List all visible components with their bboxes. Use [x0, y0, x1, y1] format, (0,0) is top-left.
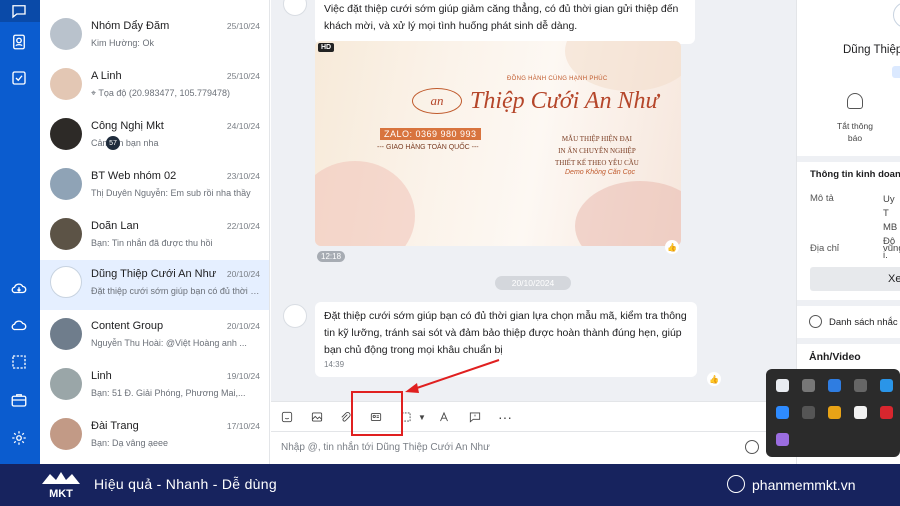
chat-area: Việc đặt thiệp cưới sớm giúp giảm căng t… [271, 0, 796, 464]
system-tray-popup [766, 369, 900, 457]
conversation-item[interactable]: Content Group 20/10/24 Nguyễn Thu Hoài: … [40, 312, 269, 362]
unikey-tray-icon[interactable] [828, 406, 841, 419]
teamviewer-tray-icon[interactable] [828, 379, 841, 392]
conversation-preview: Bạn: 51 Đ. Giải Phóng, Phương Mai,... [91, 388, 246, 398]
profile-name: Dũng Thiệp [843, 44, 900, 56]
conversation-preview: Kim Hường: Ok [91, 38, 154, 48]
conversation-item[interactable]: Nhóm Dẩy Đăm 25/10/24 Kim Hường: Ok [40, 12, 269, 62]
bell-icon[interactable] [847, 93, 863, 109]
avatar [50, 418, 82, 450]
settings-gear-icon[interactable] [8, 427, 30, 449]
group-avatar [50, 168, 82, 200]
profile-avatar [893, 2, 900, 28]
todo-icon[interactable] [8, 67, 30, 89]
view-detail-label: Xe [888, 273, 900, 285]
section-divider [797, 338, 900, 344]
section-divider [797, 156, 900, 162]
app-red-tray-icon[interactable] [880, 406, 893, 419]
business-info-title: Thông tin kinh doanh [810, 169, 900, 180]
conversation-preview: Nguyễn Thu Hoài: @Việt Hoàng anh ... [91, 338, 247, 348]
conversation-name: Dũng Thiệp Cưới An Như [91, 268, 217, 280]
screenshot-icon[interactable] [8, 351, 30, 373]
conversation-time: 20/10/24 [226, 321, 260, 331]
member-count-badge: 57 [106, 136, 120, 150]
conversation-name: Content Group [91, 320, 164, 332]
conversation-name: Công Nghị Mkt [91, 120, 164, 132]
conversation-preview: ⌖ Tọa độ (20.983477, 105.779478) [91, 88, 261, 99]
conversation-item[interactable]: Công Nghị Mkt 24/10/24 Cảm ơn bạn nha [40, 112, 269, 162]
cloud-off-tray-icon[interactable] [802, 406, 815, 419]
mkt-logo: MKT [42, 472, 80, 500]
conversation-item-selected[interactable]: Dũng Thiệp Cưới An Như 20/10/24 Đặt thiệ… [40, 260, 269, 310]
conversation-time: 19/10/24 [226, 371, 260, 381]
cloud-sync-icon[interactable] [8, 277, 30, 299]
view-detail-button[interactable]: Xe [810, 267, 900, 291]
conversation-preview: Thị Duyên Nguyễn: Em sub rồi nha thầy [91, 188, 251, 198]
conversation-name: Nhóm Dẩy Đăm [91, 20, 170, 32]
conversation-name: BT Web nhóm 02 [91, 170, 177, 182]
conversation-time: 25/10/24 [226, 71, 260, 81]
skype-tray-icon[interactable] [802, 379, 815, 392]
conversation-preview: Đặt thiệp cưới sớm giúp bạn có đủ thời g… [91, 286, 261, 296]
globe-icon [727, 475, 745, 493]
conversation-preview: Bạn: Tin nhắn đã được thu hồi [91, 238, 213, 248]
conversation-item[interactable]: Linh 19/10/24 Bạn: 51 Đ. Giải Phóng, Phư… [40, 362, 269, 412]
avatar [50, 266, 82, 298]
mute-label: Tắt thông báo [837, 121, 873, 143]
group-avatar [50, 318, 82, 350]
conversation-name: Đài Trang [91, 420, 139, 432]
feather-tray-icon[interactable] [776, 433, 789, 446]
conversation-item[interactable]: BT Web nhóm 02 23/10/24 Thị Duyên Nguyễn… [40, 162, 269, 212]
onedrive-tray-icon[interactable] [854, 379, 867, 392]
conversation-time: 20/10/24 [226, 269, 260, 279]
cloud-icon[interactable] [8, 314, 30, 336]
business-badge [892, 66, 900, 78]
window-tray-icon[interactable] [854, 406, 867, 419]
contacts-icon[interactable] [8, 31, 30, 53]
chrome-tray-icon[interactable] [776, 379, 789, 392]
conversation-list: Nhóm Dẩy Đăm 25/10/24 Kim Hường: Ok A Li… [40, 0, 270, 464]
conversation-preview: Bạn: Dạ vâng ạeee [91, 438, 169, 448]
footer-banner: MKT Hiệu quả - Nhanh - Dễ dùng phanmemmk… [0, 464, 900, 506]
left-nav [0, 0, 40, 464]
avatar [50, 368, 82, 400]
app-tray-icon[interactable] [880, 379, 893, 392]
clock-icon [809, 315, 822, 328]
conversation-name: Linh [91, 370, 112, 382]
avatar [50, 18, 82, 50]
description-label: Mô tả [810, 193, 834, 204]
avatar [50, 68, 82, 100]
footer-slogan: Hiệu quả - Nhanh - Dễ dùng [94, 476, 277, 492]
location-text: Tọa độ (20.983477, 105.779478) [98, 88, 231, 98]
drive-tray-icon[interactable] [776, 406, 789, 419]
mkt-logo-text: MKT [49, 488, 73, 500]
reminder-link[interactable]: Danh sách nhắc h [829, 317, 900, 328]
chat-icon[interactable] [8, 0, 30, 22]
avatar [50, 218, 82, 250]
conversation-time: 17/10/24 [226, 421, 260, 431]
zalo-app: Nhóm Dẩy Đăm 25/10/24 Kim Hường: Ok A Li… [0, 0, 900, 464]
conversation-item[interactable]: Đài Trang 17/10/24 Bạn: Dạ vâng ạeee [40, 412, 269, 462]
avatar [50, 118, 82, 150]
footer-website: phanmemmkt.vn [752, 477, 856, 493]
conversation-time: 23/10/24 [226, 171, 260, 181]
conversation-name: Doãn Lan [91, 220, 139, 232]
address-value: vũng [883, 243, 900, 254]
conversation-time: 22/10/24 [226, 221, 260, 231]
section-divider [797, 300, 900, 306]
red-arrow-annotation [405, 359, 500, 393]
media-title: Ảnh/Video [809, 351, 861, 363]
briefcase-icon[interactable] [8, 389, 30, 411]
conversation-item[interactable]: A Linh 25/10/24 ⌖ Tọa độ (20.983477, 105… [40, 62, 269, 112]
conversation-time: 25/10/24 [226, 21, 260, 31]
conversation-name: A Linh [91, 70, 122, 82]
address-label: Địa chỉ [810, 243, 840, 254]
conversation-time: 24/10/24 [226, 121, 260, 131]
conversation-item[interactable]: Doãn Lan 22/10/24 Bạn: Tin nhắn đã được … [40, 212, 269, 262]
